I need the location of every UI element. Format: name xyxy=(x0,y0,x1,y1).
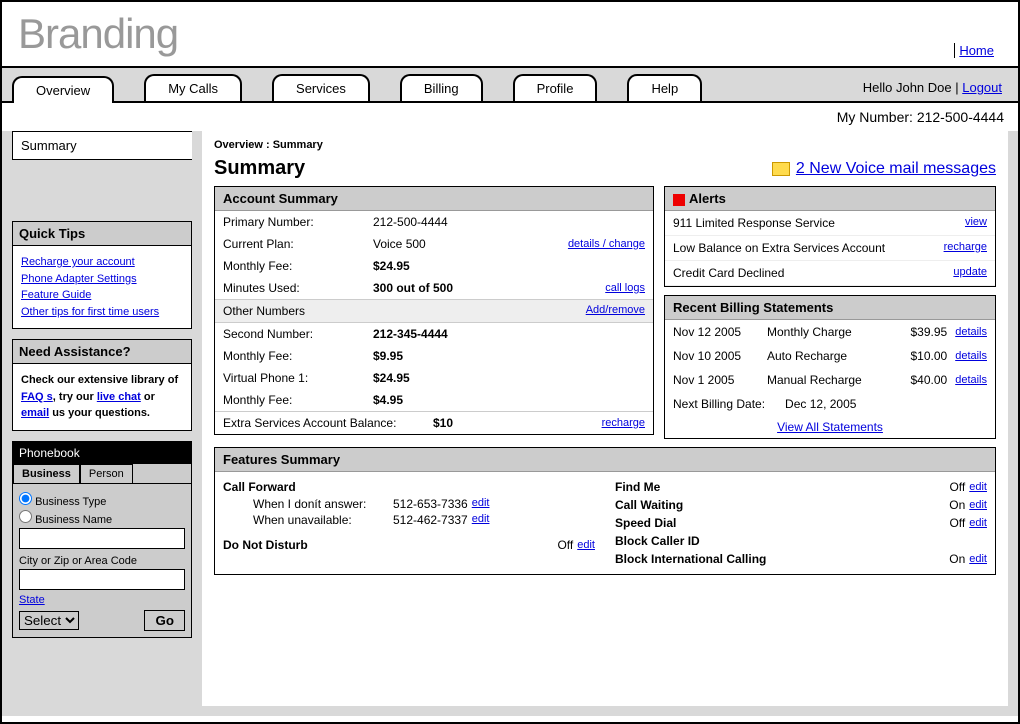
brand-logo: Branding xyxy=(18,10,178,58)
tab-overview[interactable]: Overview xyxy=(12,76,114,103)
envelope-icon xyxy=(772,162,790,176)
my-number: My Number: 212-500-4444 xyxy=(2,101,1018,131)
pbtab-person[interactable]: Person xyxy=(80,464,133,483)
state-select[interactable]: Select xyxy=(19,611,79,630)
alert-update-link[interactable]: update xyxy=(953,266,987,280)
logout-link[interactable]: Logout xyxy=(962,80,1002,95)
sd-edit[interactable]: edit xyxy=(969,517,987,529)
tip-firsttime[interactable]: Other tips for first time users xyxy=(21,306,159,318)
cw-edit[interactable]: edit xyxy=(969,499,987,511)
main-tabs: Overview My Calls Services Billing Profi… xyxy=(12,74,702,101)
quick-tips-title: Quick Tips xyxy=(13,222,191,246)
bic-edit[interactable]: edit xyxy=(969,553,987,565)
alerts-title: Alerts xyxy=(665,187,995,211)
user-greeting: Hello John Doe xyxy=(863,80,952,95)
dnd-edit[interactable]: edit xyxy=(577,539,595,551)
breadcrumb: Overview : Summary xyxy=(214,139,996,151)
billing-title: Recent Billing Statements xyxy=(665,296,995,320)
tab-billing[interactable]: Billing xyxy=(400,74,483,101)
city-label: City or Zip or Area Code xyxy=(19,555,185,567)
voicemail-link[interactable]: 2 New Voice mail messages xyxy=(772,160,996,178)
quick-tips-box: Quick Tips Recharge your account Phone A… xyxy=(12,221,192,329)
tab-services[interactable]: Services xyxy=(272,74,370,101)
business-input[interactable] xyxy=(19,528,185,549)
billing-details-link[interactable]: details xyxy=(955,326,987,338)
alert-view-link[interactable]: view xyxy=(965,216,987,230)
radio-business-type[interactable]: Business Type xyxy=(19,492,185,508)
home-link[interactable]: Home xyxy=(954,43,1002,58)
alert-icon xyxy=(673,194,685,206)
tip-feature-guide[interactable]: Feature Guide xyxy=(21,289,91,301)
page-title: Summary xyxy=(214,157,305,180)
tab-profile[interactable]: Profile xyxy=(513,74,598,101)
account-summary-title: Account Summary xyxy=(215,187,653,211)
billing-panel: Recent Billing Statements Nov 12 2005Mon… xyxy=(664,295,996,439)
assist-box: Need Assistance? Check our extensive lib… xyxy=(12,339,192,431)
state-link[interactable]: State xyxy=(19,594,45,606)
tip-recharge[interactable]: Recharge your account xyxy=(21,256,135,268)
tab-help[interactable]: Help xyxy=(627,74,702,101)
email-link[interactable]: email xyxy=(21,407,49,419)
recharge-link[interactable]: recharge xyxy=(602,417,645,429)
city-input[interactable] xyxy=(19,569,185,590)
tip-adapter[interactable]: Phone Adapter Settings xyxy=(21,273,137,285)
user-info: Hello John Doe | Logout xyxy=(863,80,1008,95)
phonebook-title: Phonebook xyxy=(13,442,191,464)
cf-unavail-edit[interactable]: edit xyxy=(472,513,490,527)
billing-details-link[interactable]: details xyxy=(955,350,987,362)
view-all-statements-link[interactable]: View All Statements xyxy=(777,420,883,434)
features-title: Features Summary xyxy=(215,448,995,472)
call-logs-link[interactable]: call logs xyxy=(605,282,645,294)
cf-noans-edit[interactable]: edit xyxy=(472,497,490,511)
account-summary-panel: Account Summary Primary Number:212-500-4… xyxy=(214,186,654,435)
faq-link[interactable]: FAQ s xyxy=(21,391,53,403)
add-remove-link[interactable]: Add/remove xyxy=(586,304,645,318)
alerts-panel: Alerts 911 Limited Response Serviceview … xyxy=(664,186,996,287)
radio-business-name[interactable]: Business Name xyxy=(19,510,185,526)
go-button[interactable]: Go xyxy=(144,610,185,631)
tab-mycalls[interactable]: My Calls xyxy=(144,74,242,101)
livechat-link[interactable]: live chat xyxy=(97,391,141,403)
findme-edit[interactable]: edit xyxy=(969,481,987,493)
plan-details-link[interactable]: details / change xyxy=(568,238,645,250)
features-panel: Features Summary Call Forward When I don… xyxy=(214,447,996,575)
pbtab-business[interactable]: Business xyxy=(13,464,80,483)
alert-recharge-link[interactable]: recharge xyxy=(944,241,987,255)
assist-title: Need Assistance? xyxy=(13,340,191,364)
sidebar-summary[interactable]: Summary xyxy=(12,131,192,160)
billing-details-link[interactable]: details xyxy=(955,374,987,386)
phonebook-widget: Phonebook Business Person Business Type … xyxy=(12,441,192,638)
